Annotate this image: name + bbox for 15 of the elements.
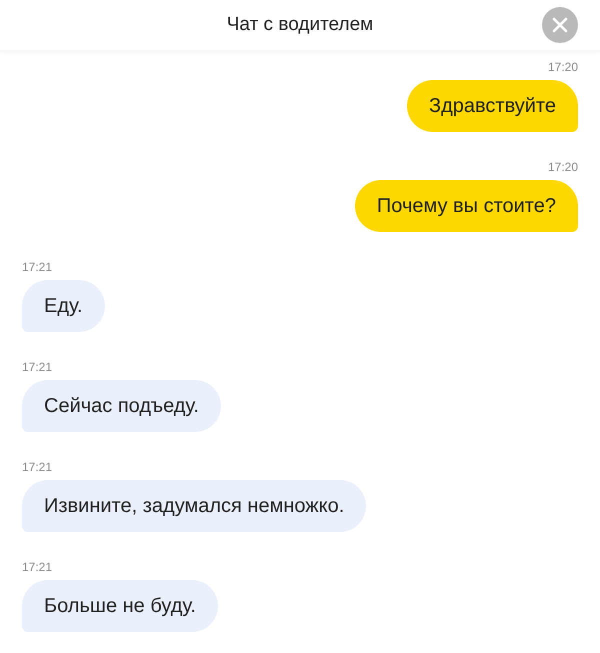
message-time: 17:20 bbox=[548, 160, 578, 174]
message-time: 17:21 bbox=[22, 260, 52, 274]
message-time: 17:21 bbox=[22, 360, 52, 374]
close-icon bbox=[552, 17, 568, 33]
close-button[interactable] bbox=[542, 7, 578, 43]
outgoing-message: Здравствуйте bbox=[407, 80, 578, 132]
chat-title: Чат с водителем bbox=[226, 14, 374, 36]
message-time: 17:21 bbox=[22, 560, 52, 574]
outgoing-message: Почему вы стоите? bbox=[354, 180, 578, 232]
incoming-message: Больше не буду. bbox=[22, 580, 218, 632]
message-time: 17:21 bbox=[22, 460, 52, 474]
message-time: 17:20 bbox=[548, 60, 578, 74]
incoming-message: Еду. bbox=[22, 280, 105, 332]
incoming-message: Сейчас подъеду. bbox=[22, 380, 221, 432]
incoming-message: Извините, задумался немножко. bbox=[22, 480, 366, 532]
